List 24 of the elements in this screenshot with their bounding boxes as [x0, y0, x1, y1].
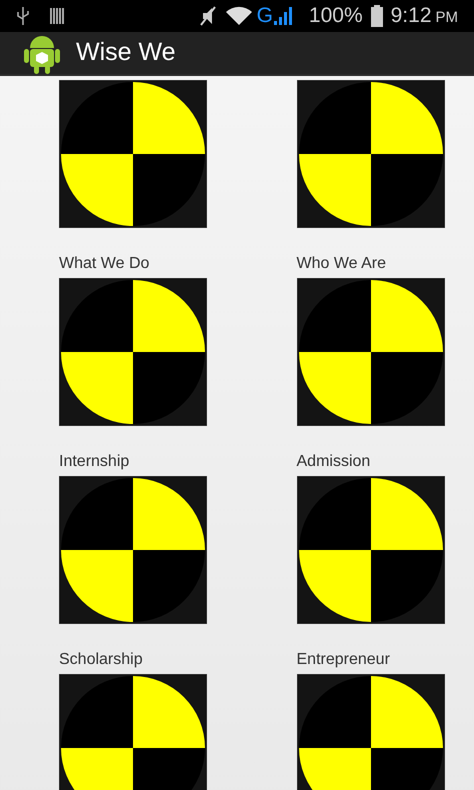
mute-icon: [198, 4, 217, 27]
usb-icon: [16, 6, 30, 26]
quadrant-emblem-icon[interactable]: [59, 278, 207, 426]
quadrant-emblem-icon[interactable]: [296, 674, 444, 790]
tile-label: Admission: [296, 452, 372, 472]
quadrant-emblem-icon[interactable]: [296, 278, 444, 426]
battery-icon: [370, 4, 383, 27]
signal-icon: [272, 6, 293, 26]
tile-label: Internship: [59, 452, 130, 472]
tile-label: What We Do: [59, 254, 150, 274]
barcode-icon: [50, 6, 64, 25]
tile-label: Who We Are: [296, 254, 388, 274]
tile-label: Scholarship: [59, 650, 144, 670]
quadrant-emblem-icon[interactable]: [59, 80, 207, 228]
network-type: G: [256, 3, 273, 29]
wifi-icon: [224, 6, 253, 26]
tile-label: Entrepreneur: [296, 650, 391, 670]
app-title: Wise We: [76, 36, 176, 68]
battery-percentage: 100%: [308, 3, 363, 29]
clock: 9:12 PM: [390, 3, 458, 29]
quadrant-emblem-icon[interactable]: [296, 476, 444, 624]
quadrant-emblem-icon[interactable]: [59, 674, 207, 790]
quadrant-emblem-icon[interactable]: [296, 80, 444, 228]
quadrant-emblem-icon[interactable]: [59, 476, 207, 624]
